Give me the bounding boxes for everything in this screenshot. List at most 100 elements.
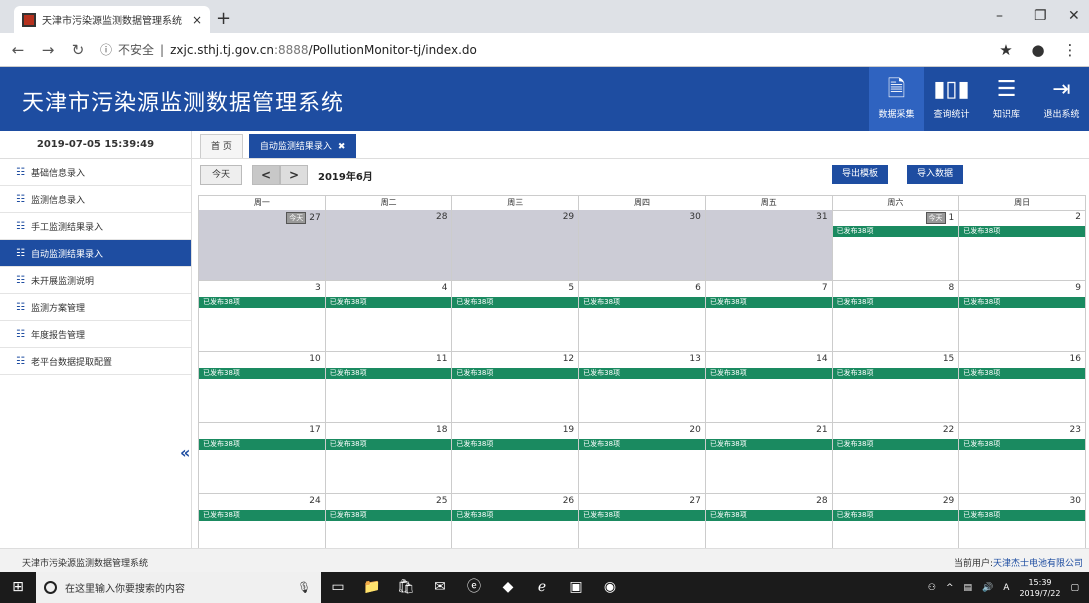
calendar-event[interactable]: 已发布38项 <box>832 439 959 450</box>
calendar-day-cell[interactable]: 21 已发布38项 <box>705 423 833 494</box>
calendar-event[interactable]: 已发布38项 <box>959 510 1085 521</box>
browser-tab[interactable]: 天津市污染源监测数据管理系统 × <box>14 6 210 33</box>
calendar-event[interactable]: 已发布38项 <box>832 226 959 237</box>
calendar-event[interactable]: 已发布38项 <box>959 439 1085 450</box>
calendar-event[interactable]: 已发布38项 <box>325 297 452 308</box>
tray-expand-icon[interactable]: ^ <box>946 583 954 593</box>
calendar-day-cell[interactable]: 23 已发布38项 <box>959 423 1086 494</box>
sidebar-item-auto-result[interactable]: ☷ 自动监测结果录入 <box>0 240 191 267</box>
microphone-icon[interactable]: 🎙 <box>297 581 311 594</box>
file-explorer-icon[interactable]: 📁 <box>355 572 389 603</box>
taskbar-clock[interactable]: 15:39 2019/7/22 <box>1019 577 1060 599</box>
calendar-event[interactable]: 已发布38项 <box>705 510 832 521</box>
import-data-button[interactable]: 导入数据 <box>907 165 964 184</box>
calendar-event[interactable]: 已发布38项 <box>705 368 832 379</box>
calendar-day-cell[interactable]: 31 <box>705 210 833 281</box>
maximize-icon[interactable]: ❐ <box>1034 8 1047 24</box>
close-tab-icon[interactable]: × <box>192 13 202 27</box>
back-icon[interactable]: ← <box>10 41 26 59</box>
calendar-event[interactable]: 已发布38项 <box>959 297 1085 308</box>
calendar-event[interactable]: 已发布38项 <box>452 439 579 450</box>
sidebar-item-manual-result[interactable]: ☷ 手工监测结果录入 <box>0 213 191 240</box>
calendar-event[interactable]: 已发布38项 <box>199 297 325 308</box>
new-tab-icon[interactable]: + <box>216 8 231 29</box>
calendar-event[interactable]: 已发布38项 <box>959 368 1085 379</box>
calendar-event[interactable]: 已发布38项 <box>452 297 579 308</box>
calendar-event[interactable]: 已发布38项 <box>579 510 705 521</box>
calendar-day-cell[interactable]: 今天 1 已发布38项 <box>832 210 960 281</box>
calendar-event[interactable]: 已发布38项 <box>579 368 705 379</box>
calendar-day-cell[interactable]: 9 已发布38项 <box>959 281 1086 352</box>
calendar-day-cell[interactable]: 2 已发布38项 <box>959 210 1086 281</box>
browser-360-icon[interactable]: ⓔ <box>457 572 491 603</box>
close-tab-icon[interactable]: ✖ <box>338 142 346 152</box>
calendar-day-cell[interactable]: 14 已发布38项 <box>705 352 833 423</box>
sidebar-item-legacy-config[interactable]: ☷ 老平台数据提取配置 <box>0 348 191 375</box>
calendar-day-cell[interactable]: 17 已发布38项 <box>199 423 326 494</box>
calendar-event[interactable]: 已发布38项 <box>452 368 579 379</box>
calendar-event[interactable]: 已发布38项 <box>325 439 452 450</box>
today-button[interactable]: 今天 <box>200 165 242 185</box>
calendar-day-cell[interactable]: 30 <box>579 210 706 281</box>
reload-icon[interactable]: ↻ <box>70 41 86 59</box>
tab-home[interactable]: 首 页 <box>200 134 243 158</box>
taskbar-search[interactable]: 在这里输入你要搜索的内容 🎙 <box>36 572 321 603</box>
menu-kebab-icon[interactable]: ⋮ <box>1061 41 1079 59</box>
calendar-day-cell[interactable]: 4 已发布38项 <box>325 281 453 352</box>
network-icon[interactable]: ▤ <box>964 583 973 593</box>
calendar-day-cell[interactable]: 今天 27 <box>199 210 326 281</box>
volume-icon[interactable]: 🔊 <box>982 583 993 593</box>
top-nav-knowledge-base[interactable]: ☰ 知识库 <box>979 67 1034 131</box>
calendar-event[interactable]: 已发布38项 <box>325 510 452 521</box>
top-nav-data-entry[interactable]: 🗎 数据采集 <box>869 67 924 131</box>
forward-icon[interactable]: → <box>40 41 56 59</box>
prev-month-button[interactable]: < <box>252 165 280 185</box>
notification-icon[interactable]: ▢ <box>1070 583 1079 593</box>
url-field[interactable]: ⓘ 不安全 | zxjc.sthj.tj.gov.cn:8888/Polluti… <box>100 41 983 58</box>
calendar-event[interactable]: 已发布38项 <box>832 510 959 521</box>
calendar-event[interactable]: 已发布38项 <box>705 297 832 308</box>
app2-icon[interactable]: ▣ <box>559 572 593 603</box>
windows-start-icon[interactable]: ⊞ <box>0 572 36 603</box>
calendar-day-cell[interactable]: 22 已发布38项 <box>832 423 960 494</box>
app-icon[interactable]: ◆ <box>491 572 525 603</box>
sidebar-item-annual-report[interactable]: ☷ 年度报告管理 <box>0 321 191 348</box>
calendar-event[interactable]: 已发布38项 <box>325 368 452 379</box>
sidebar-item-basic-info[interactable]: ☷ 基础信息录入 <box>0 159 191 186</box>
mail-icon[interactable]: ✉ <box>423 572 457 603</box>
sidebar-item-monitor-info[interactable]: ☷ 监测信息录入 <box>0 186 191 213</box>
calendar-day-cell[interactable]: 13 已发布38项 <box>579 352 706 423</box>
collapse-sidebar-icon[interactable]: « <box>180 443 190 462</box>
calendar-day-cell[interactable]: 28 <box>325 210 453 281</box>
calendar-day-cell[interactable]: 15 已发布38项 <box>832 352 960 423</box>
calendar-event[interactable]: 已发布38项 <box>452 510 579 521</box>
ie-icon[interactable]: ℯ <box>525 572 559 603</box>
calendar-day-cell[interactable]: 7 已发布38项 <box>705 281 833 352</box>
calendar-day-cell[interactable]: 3 已发布38项 <box>199 281 326 352</box>
calendar-day-cell[interactable]: 18 已发布38项 <box>325 423 453 494</box>
export-template-button[interactable]: 导出模板 <box>832 165 889 184</box>
top-nav-query-stats[interactable]: ▮▯▮ 查询统计 <box>924 67 979 131</box>
calendar-event[interactable]: 已发布38项 <box>199 510 325 521</box>
calendar-event[interactable]: 已发布38项 <box>199 368 325 379</box>
calendar-event[interactable]: 已发布38项 <box>199 439 325 450</box>
calendar-day-cell[interactable]: 6 已发布38项 <box>579 281 706 352</box>
calendar-event[interactable]: 已发布38项 <box>832 297 959 308</box>
store-icon[interactable]: 🛍 <box>389 572 423 603</box>
next-month-button[interactable]: > <box>280 165 308 185</box>
top-nav-logout[interactable]: ⇥ 退出系统 <box>1034 67 1089 131</box>
calendar-event[interactable]: 已发布38项 <box>832 368 959 379</box>
minimize-icon[interactable]: – <box>996 8 1003 24</box>
sidebar-item-plan-management[interactable]: ☷ 监测方案管理 <box>0 294 191 321</box>
calendar-day-cell[interactable]: 8 已发布38项 <box>832 281 960 352</box>
sidebar-item-not-monitored[interactable]: ☷ 未开展监测说明 <box>0 267 191 294</box>
people-icon[interactable]: ⚇ <box>928 583 936 593</box>
chrome-icon[interactable]: ◉ <box>593 572 627 603</box>
calendar-day-cell[interactable]: 10 已发布38项 <box>199 352 326 423</box>
calendar-event[interactable]: 已发布38项 <box>959 226 1085 237</box>
task-view-icon[interactable]: ▭ <box>321 572 355 603</box>
calendar-event[interactable]: 已发布38项 <box>579 297 705 308</box>
calendar-day-cell[interactable]: 16 已发布38项 <box>959 352 1086 423</box>
calendar-event[interactable]: 已发布38项 <box>579 439 705 450</box>
calendar-day-cell[interactable]: 19 已发布38项 <box>452 423 580 494</box>
